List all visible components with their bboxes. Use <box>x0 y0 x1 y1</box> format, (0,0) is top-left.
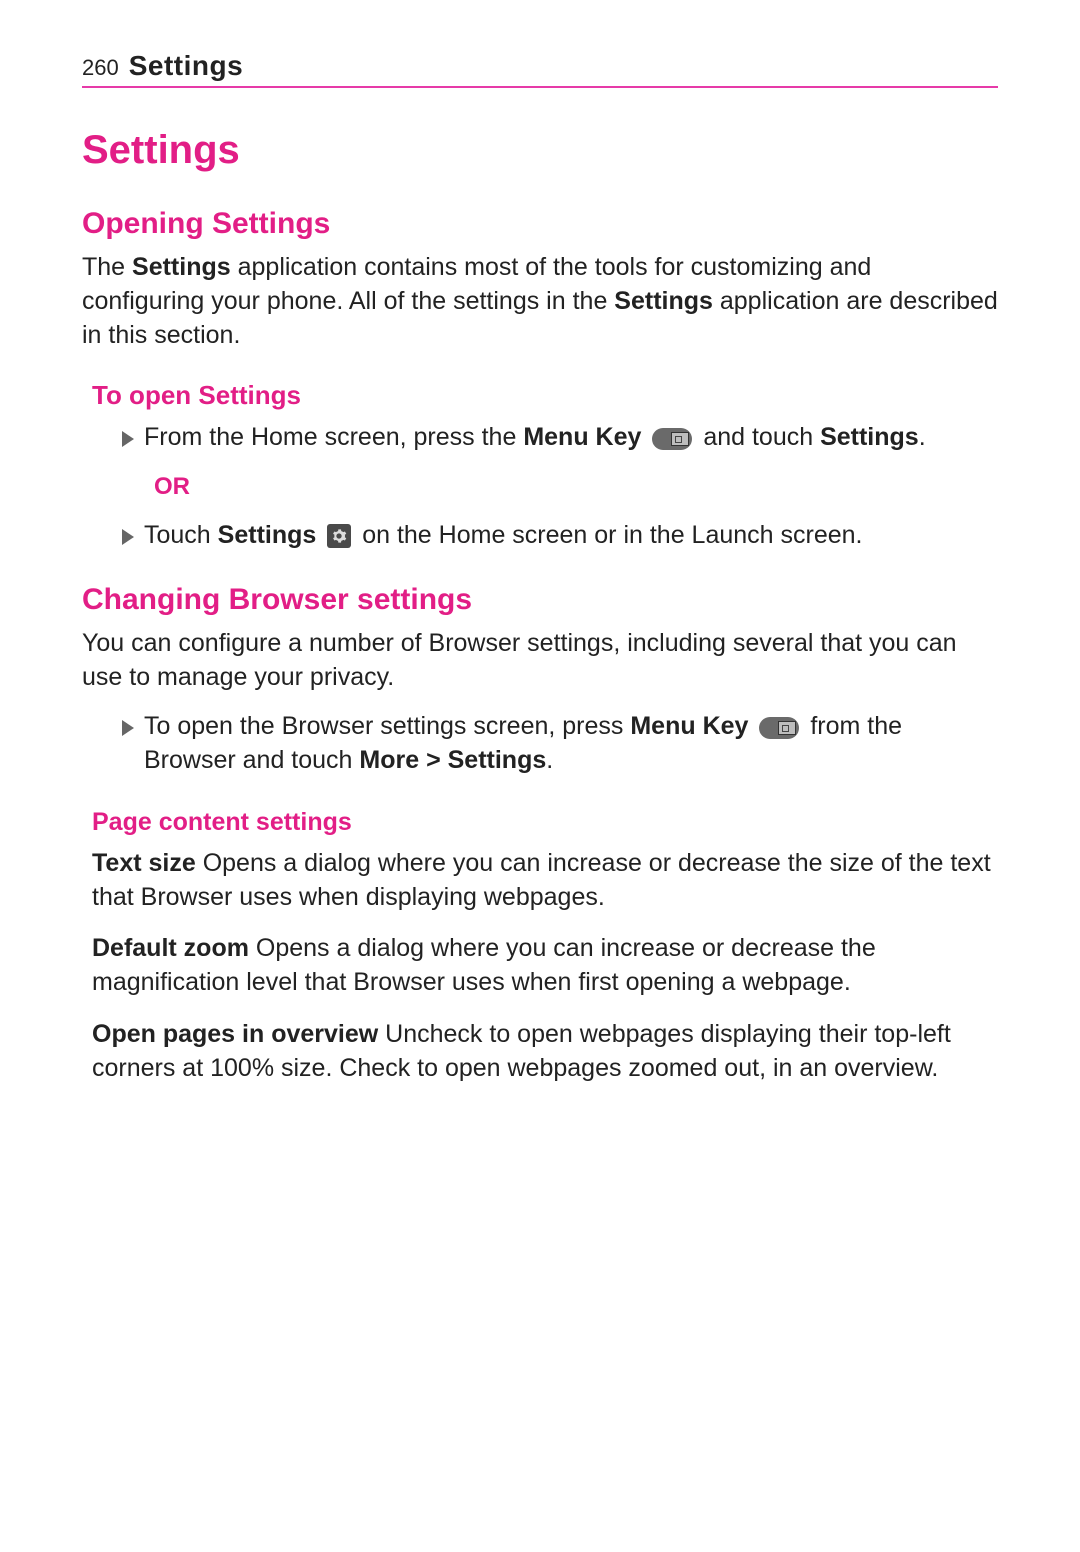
menu-key-icon <box>759 717 799 739</box>
step-from-home: From the Home screen, press the Menu Key… <box>122 421 998 455</box>
or-separator: OR <box>154 473 998 501</box>
menu-key-icon <box>652 428 692 450</box>
manual-page: 260 Settings Settings Opening Settings T… <box>0 0 1080 1183</box>
bullet-icon <box>122 720 134 736</box>
settings-app-icon <box>327 524 351 548</box>
setting-text-size: Text size Opens a dialog where you can i… <box>92 847 998 915</box>
setting-default-zoom: Default zoom Opens a dialog where you ca… <box>92 932 998 1000</box>
bullet-icon <box>122 529 134 545</box>
setting-open-pages-overview: Open pages in overview Uncheck to open w… <box>92 1018 998 1086</box>
bullet-icon <box>122 431 134 447</box>
subsection-to-open-settings: To open Settings <box>92 380 998 411</box>
subsection-page-content: Page content settings <box>92 808 998 837</box>
step-touch-settings: Touch Settings on the Home screen or in … <box>122 519 998 553</box>
header-title: Settings <box>129 50 243 82</box>
page-number: 260 <box>82 55 119 81</box>
opening-intro: The Settings application contains most o… <box>82 251 998 352</box>
page-header: 260 Settings <box>82 50 998 88</box>
browser-intro: You can configure a number of Browser se… <box>82 627 998 695</box>
section-browser-settings: Changing Browser settings <box>82 583 998 617</box>
page-title: Settings <box>82 128 998 173</box>
section-opening-settings: Opening Settings <box>82 207 998 241</box>
step-open-browser-settings: To open the Browser settings screen, pre… <box>122 710 998 778</box>
